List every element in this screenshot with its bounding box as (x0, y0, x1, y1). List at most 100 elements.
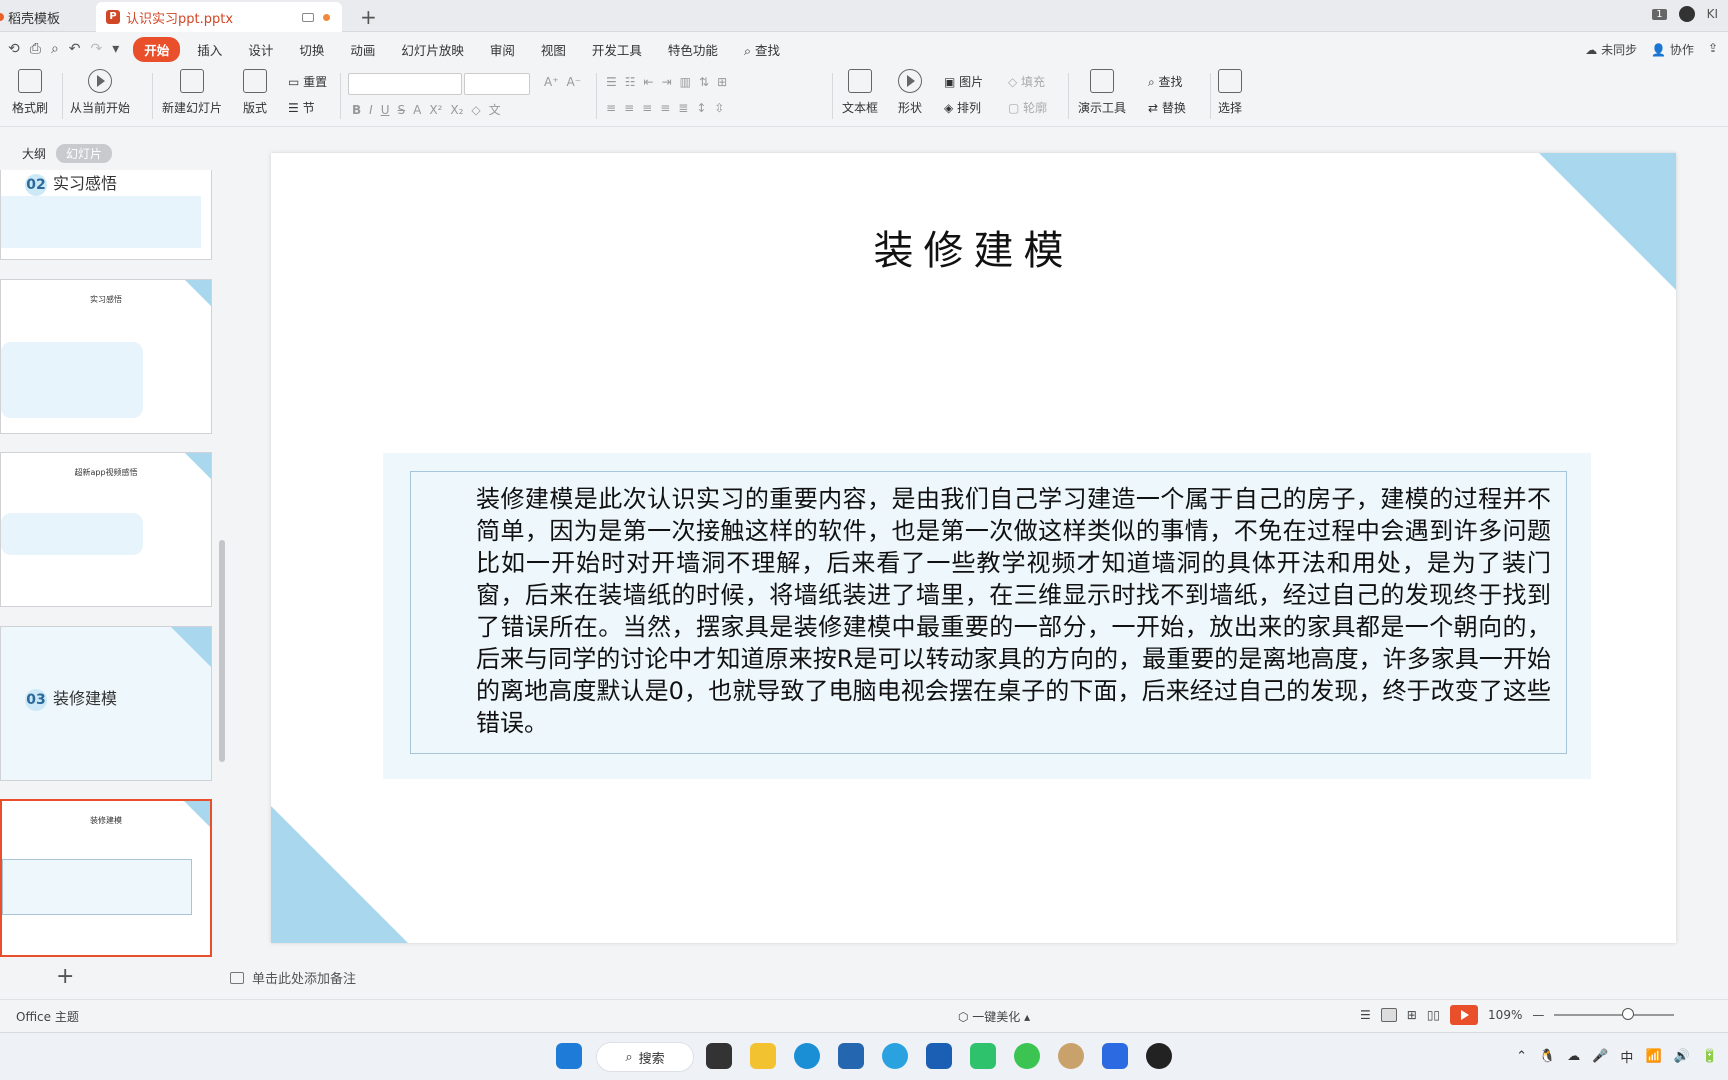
tab-current-document[interactable]: P 认识实习ppt.pptx (96, 2, 342, 32)
distributed-icon[interactable]: ≣ (678, 101, 688, 115)
theme-name[interactable]: Office 主题 (16, 1008, 79, 1025)
collaborate-button[interactable]: 👤 协作 (1651, 41, 1694, 58)
task-view-icon[interactable] (706, 1043, 732, 1069)
numbered-list-icon[interactable]: ☷ (625, 75, 636, 89)
slide-title[interactable]: 装修建模 (271, 218, 1676, 276)
panel-scrollbar[interactable] (219, 540, 225, 762)
user-name[interactable]: KI (1707, 7, 1718, 21)
shape-button[interactable]: 形状 (898, 69, 922, 116)
bold-icon[interactable]: B (352, 103, 361, 117)
font-color-icon[interactable]: A (413, 103, 421, 117)
align-right-icon[interactable]: ≡ (642, 101, 652, 115)
browser-icon[interactable] (882, 1043, 908, 1069)
menu-animations[interactable]: 动画 (337, 40, 388, 59)
notes-toggle-icon[interactable]: ☰ (1360, 1008, 1371, 1022)
format-painter-button[interactable]: 格式刷 (12, 69, 48, 116)
superscript-icon[interactable]: X² (429, 103, 442, 117)
slide-sorter-icon[interactable]: ⊞ (1407, 1008, 1417, 1022)
tab-daoke-templates[interactable]: 稻壳模板 (0, 2, 92, 32)
align-left-icon[interactable]: ≡ (606, 101, 616, 115)
layout-button[interactable]: 版式 (243, 69, 267, 116)
wifi-icon[interactable]: 📶 (1645, 1049, 1661, 1064)
normal-view-icon[interactable] (1380, 1008, 1397, 1022)
redo-icon[interactable]: ⟲ (8, 41, 20, 57)
slideshow-play-button[interactable] (1450, 1005, 1479, 1025)
avatar[interactable] (1678, 6, 1695, 22)
zoom-level[interactable]: 109% (1488, 1008, 1522, 1022)
arrange-button[interactable]: ◈ 排列 (944, 99, 981, 116)
presentation-tools-button[interactable]: 演示工具 (1078, 69, 1126, 116)
strikethrough-icon[interactable]: S (398, 103, 406, 117)
select-button[interactable]: 选择 (1218, 69, 1242, 116)
play-from-current-button[interactable]: 从当前开始 (70, 69, 130, 116)
wechat-icon[interactable] (1014, 1043, 1040, 1069)
file-explorer-icon[interactable] (750, 1043, 776, 1069)
menu-special-features[interactable]: 特色功能 (655, 40, 731, 59)
tab-slides[interactable]: 幻灯片 (56, 144, 113, 163)
menu-insert[interactable]: 插入 (184, 40, 235, 59)
recorder-icon[interactable] (1146, 1043, 1172, 1069)
redo-arrow-icon[interactable]: ↷ (91, 41, 103, 57)
wps-icon[interactable] (1102, 1043, 1128, 1069)
slide-thumbnail[interactable]: 02 实习感悟 (0, 170, 212, 260)
taskbar-search[interactable]: ⌕ 搜索 (596, 1042, 694, 1072)
find-button[interactable]: ⌕ 查找 (1148, 73, 1183, 90)
menu-review[interactable]: 审阅 (477, 40, 528, 59)
add-slide-button[interactable]: + (56, 964, 74, 989)
replace-button[interactable]: ⇄ 替换 (1148, 99, 1186, 116)
italic-icon[interactable]: I (369, 103, 373, 117)
outline-button[interactable]: ▢ 轮廓 (1008, 99, 1047, 116)
menu-search[interactable]: ⌕ 查找 (731, 40, 793, 59)
subscript-icon[interactable]: X₂ (450, 103, 463, 117)
undo-icon[interactable]: ↶ (69, 41, 81, 57)
phonetic-icon[interactable]: 文 (489, 101, 501, 118)
increase-indent-icon[interactable]: ⇥ (662, 75, 672, 89)
slide-thumbnail-selected[interactable]: 装修建模 (0, 799, 212, 957)
clear-format-icon[interactable]: ◇ (471, 103, 480, 117)
slide-body-text[interactable]: 装修建模是此次认识实习的重要内容，是由我们自己学习建造一个属于自己的房子，建模的… (476, 483, 1551, 739)
menu-home[interactable]: 开始 (133, 36, 181, 62)
menu-design[interactable]: 设计 (235, 40, 286, 59)
menu-transitions[interactable]: 切换 (286, 40, 337, 59)
share-icon[interactable]: ⇪ (1708, 41, 1718, 58)
menu-developer[interactable]: 开发工具 (579, 40, 655, 59)
menu-slideshow[interactable]: 幻灯片放映 (388, 40, 477, 59)
new-slide-button[interactable]: 新建幻灯片 (162, 69, 222, 116)
new-tab-button[interactable]: + (360, 5, 377, 29)
zoom-slider-handle[interactable] (1622, 1008, 1635, 1020)
battery-icon[interactable]: 🔋 (1702, 1049, 1718, 1064)
columns-icon[interactable]: ▥ (680, 75, 691, 89)
textbox-button[interactable]: 文本框 (842, 69, 878, 116)
microphone-icon[interactable]: 🎤 (1592, 1049, 1608, 1064)
slide-thumbnail[interactable]: 实习感悟 (0, 279, 212, 434)
slide-thumbnail[interactable]: 03 装修建模 (0, 626, 212, 781)
reset-button[interactable]: ▭ 重置 (288, 73, 327, 90)
notes-area[interactable]: 单击此处添加备注 (230, 968, 356, 987)
message-app-icon[interactable] (970, 1043, 996, 1069)
input-method[interactable]: 中 (1620, 1047, 1633, 1066)
monitor-icon[interactable] (302, 12, 314, 22)
game-app-icon[interactable] (1058, 1043, 1084, 1069)
text-direction-icon[interactable]: ⇅ (699, 75, 709, 89)
tab-outline[interactable]: 大纲 (22, 145, 46, 162)
fill-button[interactable]: ◇ 填充 (1008, 73, 1045, 90)
slide-canvas[interactable]: 装修建模 装修建模是此次认识实习的重要内容，是由我们自己学习建造一个属于自己的房… (271, 153, 1676, 943)
slide-thumbnail[interactable]: 超新app视频感悟 (0, 452, 212, 607)
justify-icon[interactable]: ≡ (660, 101, 670, 115)
menu-view[interactable]: 视图 (528, 40, 579, 59)
align-text-icon[interactable]: ⊞ (717, 75, 727, 89)
zoom-out-icon[interactable]: — (1532, 1008, 1544, 1022)
picture-button[interactable]: ▣ 图片 (944, 73, 983, 90)
beautify-button[interactable]: ⬡ 一键美化 ▴ (958, 1008, 1030, 1025)
decrease-indent-icon[interactable]: ⇤ (644, 75, 654, 89)
reading-view-icon[interactable]: ▯▯ (1427, 1008, 1440, 1022)
zoom-slider[interactable] (1554, 1008, 1675, 1020)
grow-font-icon[interactable]: A⁺ (544, 75, 559, 89)
edge-browser-icon[interactable] (794, 1043, 820, 1069)
font-size-select[interactable] (464, 73, 530, 95)
line-spacing-icon[interactable]: ↕ (696, 101, 706, 115)
volume-icon[interactable]: 🔊 (1674, 1049, 1690, 1064)
shrink-font-icon[interactable]: A⁻ (567, 75, 582, 89)
cloud-icon[interactable]: ☁ (1567, 1049, 1580, 1064)
chevron-up-icon[interactable]: ⌃ (1516, 1049, 1527, 1064)
